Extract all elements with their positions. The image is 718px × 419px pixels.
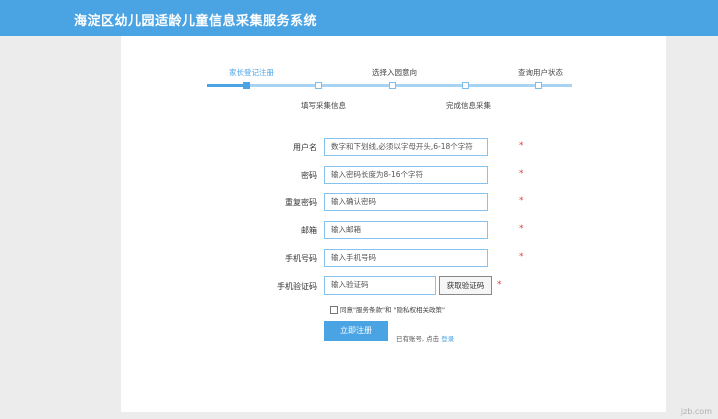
stepper-progress xyxy=(207,84,246,87)
agreement-text: 同意"服务条款"和 "隐私权相关政策" xyxy=(340,306,446,314)
register-button[interactable]: 立即注册 xyxy=(324,321,388,341)
sms-code-input[interactable]: 输入验证码 xyxy=(324,276,436,295)
step-dot-3 xyxy=(389,82,396,89)
phone-label: 手机号码 xyxy=(285,254,317,263)
step-label-register[interactable]: 家长登记注册 xyxy=(229,67,274,78)
sms-code-label: 手机验证码 xyxy=(277,282,317,291)
confirm-password-label: 重复密码 xyxy=(285,198,317,207)
login-link[interactable]: 登录 xyxy=(441,335,454,343)
required-mark: * xyxy=(497,280,502,290)
confirm-password-input[interactable]: 输入确认密码 xyxy=(324,193,488,211)
get-code-button[interactable]: 获取验证码 xyxy=(439,276,492,295)
required-mark: * xyxy=(519,224,524,234)
step-dot-4 xyxy=(462,82,469,89)
username-input[interactable]: 数字和下划线,必须以字母开头,6-18个字符 xyxy=(324,138,488,156)
step-label-query-status: 查询用户状态 xyxy=(518,68,563,77)
password-input[interactable]: 输入密码长度为8-16个字符 xyxy=(324,166,488,184)
top-header: 海淀区幼儿园适龄儿童信息采集服务系统 xyxy=(0,0,718,36)
login-hint-text: 已有账号, 点击 xyxy=(396,335,440,343)
email-label: 邮箱 xyxy=(301,226,317,235)
login-hint: 已有账号, 点击 登录 xyxy=(396,333,454,343)
email-input[interactable]: 输入邮箱 xyxy=(324,221,488,239)
watermark: jzb.com xyxy=(680,407,712,416)
required-mark: * xyxy=(519,169,524,179)
username-label: 用户名 xyxy=(293,143,317,152)
required-mark: * xyxy=(519,252,524,262)
step-dot-1 xyxy=(243,82,250,89)
phone-input[interactable]: 输入手机号码 xyxy=(324,249,488,267)
app-title: 海淀区幼儿园适龄儿童信息采集服务系统 xyxy=(74,14,318,29)
step-dot-2 xyxy=(315,82,322,89)
password-label: 密码 xyxy=(301,171,317,180)
step-label-complete: 完成信息采集 xyxy=(446,101,491,110)
required-mark: * xyxy=(519,196,524,206)
required-mark: * xyxy=(519,141,524,151)
step-dot-5 xyxy=(535,82,542,89)
step-label-fill-info: 填写采集信息 xyxy=(301,101,346,110)
agreement-checkbox[interactable] xyxy=(330,306,338,314)
step-label-choose-kindergarten: 选择入园意向 xyxy=(372,68,417,77)
